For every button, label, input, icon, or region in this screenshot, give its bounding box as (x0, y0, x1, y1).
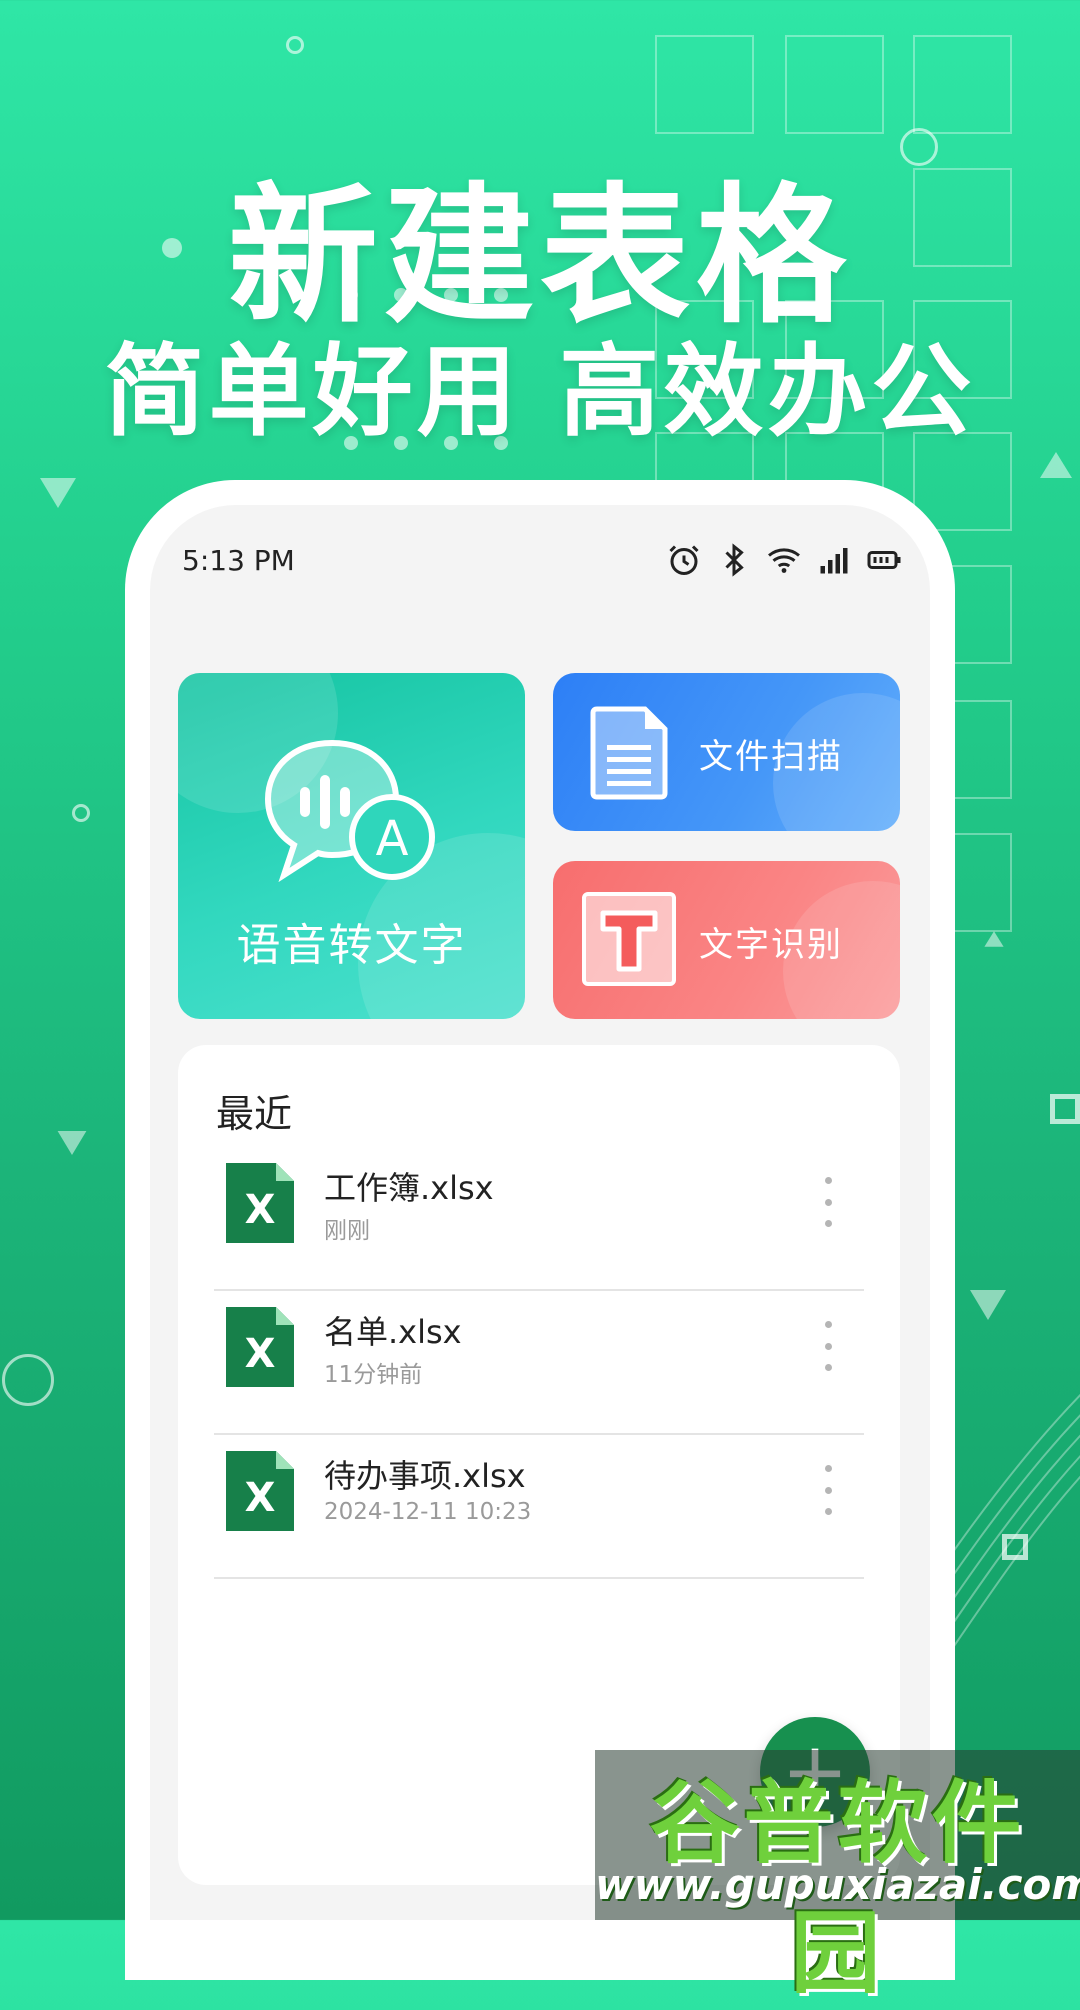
document-scan-label: 文件扫描 (699, 737, 843, 777)
text-t-icon (582, 892, 676, 986)
file-row[interactable]: X 待办事项.xlsx 2024-12-11 10:23 (214, 1433, 864, 1579)
file-name: 待办事项.xlsx (324, 1457, 526, 1495)
watermark: 谷普软件园 www.gupuxiazai.com (595, 1750, 1080, 2006)
decor-triangle (40, 478, 76, 508)
recent-title: 最近 (216, 1092, 293, 1136)
decor-triangle (984, 931, 1004, 947)
status-time: 5:13 PM (182, 543, 295, 577)
more-options-icon[interactable] (818, 1321, 838, 1371)
file-time: 11分钟前 (324, 1362, 423, 1388)
decor-square-small (1050, 1094, 1080, 1124)
text-recognition-label: 文字识别 (699, 925, 843, 965)
file-time: 2024-12-11 10:23 (324, 1499, 532, 1525)
svg-text:A: A (376, 811, 409, 867)
document-scan-card[interactable]: 文件扫描 (553, 673, 900, 831)
decor-square (655, 35, 754, 134)
decor-square (913, 35, 1012, 134)
svg-text:X: X (245, 1331, 276, 1377)
file-time: 刚刚 (324, 1218, 370, 1244)
file-name: 名单.xlsx (324, 1313, 462, 1351)
svg-text:X: X (245, 1475, 276, 1521)
decor-ring (2, 1354, 54, 1406)
text-recognition-card[interactable]: 文字识别 (553, 861, 900, 1019)
voice-to-text-label: 语音转文字 (236, 920, 467, 971)
wifi-icon (768, 548, 800, 573)
decor-ring (286, 36, 304, 54)
phone-screen: 5:13 PM A 语音转文字 文件扫描 文字识别 最近 X 工作簿.xlsx … (150, 505, 930, 1920)
bluetooth-icon (725, 543, 744, 577)
file-row[interactable]: X 名单.xlsx 11分钟前 (214, 1289, 864, 1435)
more-options-icon[interactable] (818, 1177, 838, 1227)
voice-to-text-card[interactable]: A 语音转文字 (178, 673, 525, 1019)
watermark-url: www.gupuxiazai.com (595, 1860, 1080, 1909)
headline-subtitle: 简单好用 高效办公 (104, 333, 976, 450)
signal-icon (820, 548, 848, 574)
decor-triangle (57, 1131, 87, 1155)
file-name: 工作簿.xlsx (324, 1169, 494, 1207)
excel-file-icon: X (226, 1451, 294, 1531)
status-icons (666, 542, 902, 578)
voice-to-text-icon: A (264, 739, 435, 883)
alarm-icon (669, 545, 699, 575)
excel-file-icon: X (226, 1307, 294, 1387)
more-options-icon[interactable] (818, 1465, 838, 1515)
excel-file-icon: X (226, 1163, 294, 1243)
decor-triangle (1040, 452, 1072, 478)
file-row[interactable]: X 工作簿.xlsx 刚刚 (214, 1145, 864, 1291)
svg-text:X: X (245, 1187, 276, 1233)
document-icon (590, 706, 668, 800)
battery-icon (867, 551, 901, 569)
decor-square (785, 35, 884, 134)
status-bar: 5:13 PM (182, 535, 902, 585)
decor-ring (72, 804, 90, 822)
